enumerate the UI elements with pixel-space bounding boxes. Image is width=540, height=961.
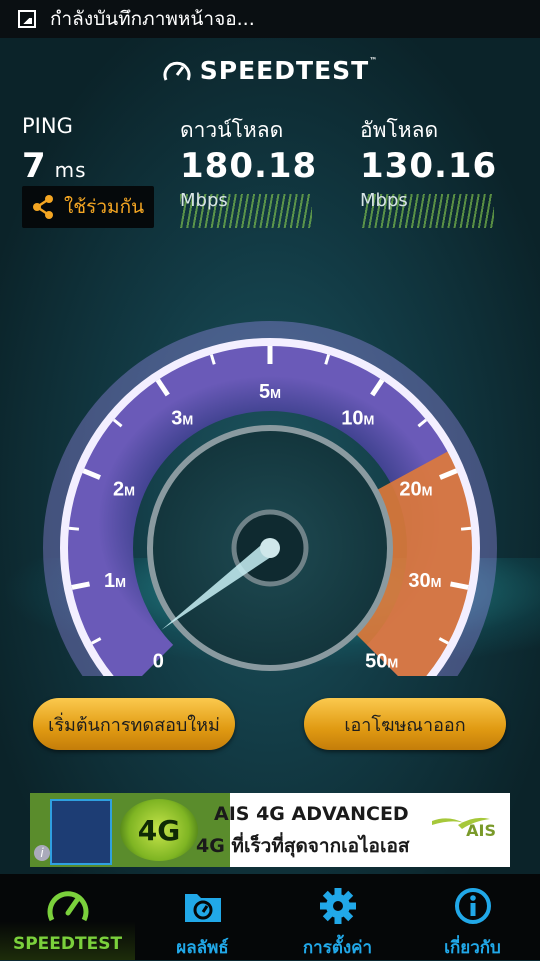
logo-trademark: ™: [369, 56, 379, 65]
gauge-tick-unit: M: [363, 413, 374, 428]
gauge-tick-label: 0: [153, 651, 164, 673]
gauge-minor-tick: [68, 526, 80, 531]
gauge-tick-unit: M: [270, 386, 281, 401]
ping-label: PING: [22, 114, 73, 138]
remove-ads-button[interactable]: เอาโฆษณาออก: [304, 698, 506, 750]
ping-value-wrap: 7 ms: [22, 146, 87, 186]
restart-test-label: เริ่มต้นการทดสอบใหม่: [48, 714, 220, 736]
gauge-tick-unit: M: [422, 484, 433, 499]
gauge-tick-unit: M: [387, 656, 398, 671]
tab-settings[interactable]: การตั้งค่า: [270, 874, 405, 960]
gauge-tick-unit: M: [124, 484, 135, 499]
gauge-tick-unit: M: [115, 575, 126, 590]
gauge-minor-tick: [460, 526, 472, 531]
gauge-tick-unit: M: [431, 575, 442, 590]
info-icon: [454, 888, 491, 924]
speed-gauge: 01M2M3M5M10M20M30M50M: [43, 321, 497, 676]
upload-label: อัพโหลด: [360, 118, 439, 142]
tab-speedtest-label: SPEEDTEST: [12, 934, 123, 954]
gauge-tick: [71, 581, 91, 590]
ad-subtitle: 4G ที่เร็วที่สุดจากเอไอเอส: [196, 835, 410, 857]
share-label: ใช้ร่วมกัน: [64, 196, 145, 218]
ad-info-icon[interactable]: i: [34, 845, 50, 861]
tab-about[interactable]: เกี่ยวกับ: [405, 874, 540, 960]
speedtest-logo: SPEEDTEST™: [0, 56, 540, 86]
tab-settings-label: การตั้งค่า: [302, 938, 373, 958]
speedometer-icon: [47, 891, 88, 922]
share-button[interactable]: ใช้ร่วมกัน: [22, 186, 154, 228]
gauge-needle-pivot: [260, 538, 280, 558]
status-text: กำลังบันทึกภาพหน้าจอ...: [50, 8, 255, 30]
tab-speedtest[interactable]: SPEEDTEST: [0, 874, 135, 960]
gauge-tick-unit: M: [182, 413, 193, 428]
download-unit: Mbps: [180, 190, 228, 211]
ad-4g-text: 4G: [137, 813, 181, 847]
remove-ads-label: เอาโฆษณาออก: [344, 714, 466, 736]
share-icon: [33, 195, 53, 219]
ping-unit: ms: [54, 158, 87, 182]
ad-banner[interactable]: 4G i AIS 4G ADVANCED 4G ที่เร็วที่สุดจาก…: [30, 793, 510, 867]
speedtest-main: SPEEDTEST™ PING 7 ms ใช้ร่วมกัน ดาวน์โหลด…: [0, 38, 540, 874]
bottom-tab-bar: SPEEDTEST ผลลัพธ์ การตั้งค่า เกี่ยวกับ: [0, 874, 540, 960]
upload-unit: Mbps: [360, 190, 408, 211]
ad-award-badge: [50, 799, 112, 865]
ais-brand-text: AIS: [466, 821, 496, 840]
ad-4g-logo: 4G: [120, 799, 198, 861]
gear-icon: [319, 888, 356, 924]
ad-title: AIS 4G ADVANCED: [214, 803, 409, 825]
restart-test-button[interactable]: เริ่มต้นการทดสอบใหม่: [33, 698, 235, 750]
screenshot-icon: [18, 10, 36, 28]
tab-results[interactable]: ผลลัพธ์: [135, 874, 270, 960]
speedometer-logo-icon: [163, 61, 191, 81]
status-bar: กำลังบันทึกภาพหน้าจอ...: [0, 0, 540, 38]
gauge-tick: [449, 581, 469, 590]
download-label: ดาวน์โหลด: [180, 118, 284, 142]
results-folder-icon: [184, 894, 221, 922]
ad-info-text: i: [40, 846, 44, 860]
ping-value: 7: [22, 146, 47, 186]
download-value: 180.18: [180, 146, 318, 186]
tab-about-label: เกี่ยวกับ: [444, 938, 501, 958]
logo-text: SPEEDTEST: [199, 56, 370, 85]
tab-results-label: ผลลัพธ์: [176, 938, 229, 958]
upload-value: 130.16: [360, 146, 498, 186]
